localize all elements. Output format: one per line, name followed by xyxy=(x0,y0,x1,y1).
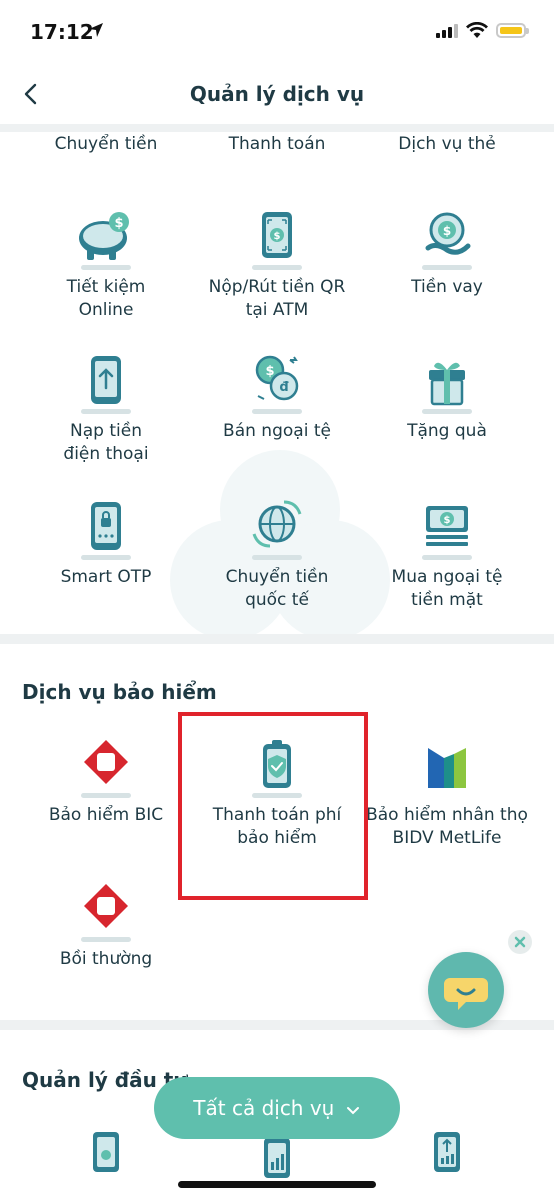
svg-text:$: $ xyxy=(274,231,281,242)
chat-bubble-button[interactable] xyxy=(428,952,504,1028)
gift-icon xyxy=(414,352,480,414)
chevron-down-icon xyxy=(346,1106,359,1114)
service-label: Mua ngoại tệ xyxy=(391,567,503,587)
service-bao-hiem-bic[interactable]: Bảo hiểm BIC xyxy=(14,736,198,827)
service-investment-upload[interactable] xyxy=(355,1130,539,1192)
bic-logo-icon xyxy=(73,736,139,798)
service-label: Tặng quà xyxy=(407,421,487,441)
insurance-section-title: Dịch vụ bảo hiểm xyxy=(22,680,217,704)
service-dich-vu-the[interactable]: Dịch vụ thẻ xyxy=(355,134,539,154)
smart-otp-icon xyxy=(73,498,139,560)
piggy-bank-icon: $ xyxy=(73,208,139,270)
service-nap-tien-dien-thoai[interactable]: Nạp tiền điện thoại xyxy=(14,352,198,466)
page-title: Quản lý dịch vụ xyxy=(189,82,365,106)
section-divider xyxy=(0,634,554,644)
svg-text:$: $ xyxy=(443,224,451,238)
service-mua-ngoai-te-tien-mat[interactable]: $ Mua ngoại tệ tiền mặt xyxy=(355,498,539,612)
cellular-signal-icon xyxy=(436,24,458,38)
service-chuyen-tien-quoc-te[interactable]: Chuyển tiền quốc tế xyxy=(185,498,369,612)
service-boi-thuong[interactable]: Bồi thường xyxy=(14,880,198,971)
service-ban-ngoai-te[interactable]: $ đ Bán ngoại tệ xyxy=(185,352,369,443)
service-label: tại ATM xyxy=(245,300,309,320)
chat-icon xyxy=(444,978,488,1010)
app-header: Quản lý dịch vụ xyxy=(0,64,554,124)
service-bao-hiem-nhan-tho[interactable]: Bảo hiểm nhân thọ BIDV MetLife xyxy=(355,736,539,850)
currency-exchange-icon: $ đ xyxy=(244,352,310,414)
service-thanh-toan[interactable]: Thanh toán xyxy=(185,134,369,154)
section-divider xyxy=(0,124,554,132)
service-label: Nạp tiền xyxy=(70,421,142,441)
service-label: tiền mặt xyxy=(411,590,483,610)
highlight-box xyxy=(178,712,368,900)
home-indicator xyxy=(178,1181,376,1188)
bic-logo-icon xyxy=(73,880,139,942)
service-label: Nộp/Rút tiền QR xyxy=(208,277,346,297)
service-label: quốc tế xyxy=(245,590,309,610)
service-tien-vay[interactable]: $ Tiền vay xyxy=(355,208,539,299)
status-time: 17:12 xyxy=(30,20,94,44)
service-investment-doc[interactable] xyxy=(14,1130,198,1192)
document-chart-icon xyxy=(73,1130,139,1192)
service-label: Bảo hiểm nhân thọ xyxy=(366,805,528,825)
service-chuyen-tien[interactable]: Chuyển tiền xyxy=(14,134,198,154)
all-services-button[interactable]: Tất cả dịch vụ xyxy=(154,1077,400,1139)
battery-icon xyxy=(496,23,529,38)
svg-text:$: $ xyxy=(444,515,451,526)
service-label: Tiền vay xyxy=(411,277,483,297)
service-label: Smart OTP xyxy=(60,567,152,587)
service-label: điện thoại xyxy=(63,444,149,464)
close-icon xyxy=(514,936,526,948)
upload-chart-icon xyxy=(414,1130,480,1192)
service-label: Bảo hiểm BIC xyxy=(48,805,164,825)
service-label: Tiết kiệm xyxy=(66,277,146,297)
location-arrow-icon xyxy=(89,23,103,37)
svg-text:$: $ xyxy=(114,216,123,231)
svg-text:đ: đ xyxy=(279,380,289,395)
service-label: Bồi thường xyxy=(59,949,153,969)
metlife-logo-icon xyxy=(414,736,480,798)
all-services-label: Tất cả dịch vụ xyxy=(193,1096,335,1120)
service-smart-otp[interactable]: Smart OTP xyxy=(14,498,198,589)
globe-transfer-icon xyxy=(244,498,310,560)
service-label: Chuyển tiền xyxy=(225,567,329,587)
loan-icon: $ xyxy=(414,208,480,270)
service-tang-qua[interactable]: Tặng quà xyxy=(355,352,539,443)
status-bar: 17:12 xyxy=(0,0,554,64)
wifi-icon xyxy=(466,22,488,38)
service-label: Online xyxy=(78,300,134,320)
service-nop-rut-qr-atm[interactable]: $ Nộp/Rút tiền QR tại ATM xyxy=(185,208,369,322)
qr-atm-icon: $ xyxy=(244,208,310,270)
chat-close-button[interactable] xyxy=(508,930,532,954)
cash-buy-icon: $ xyxy=(414,498,480,560)
service-label: Bán ngoại tệ xyxy=(223,421,331,441)
service-label: BIDV MetLife xyxy=(392,828,502,848)
phone-topup-icon xyxy=(73,352,139,414)
service-tiet-kiem-online[interactable]: $ Tiết kiệm Online xyxy=(14,208,198,322)
